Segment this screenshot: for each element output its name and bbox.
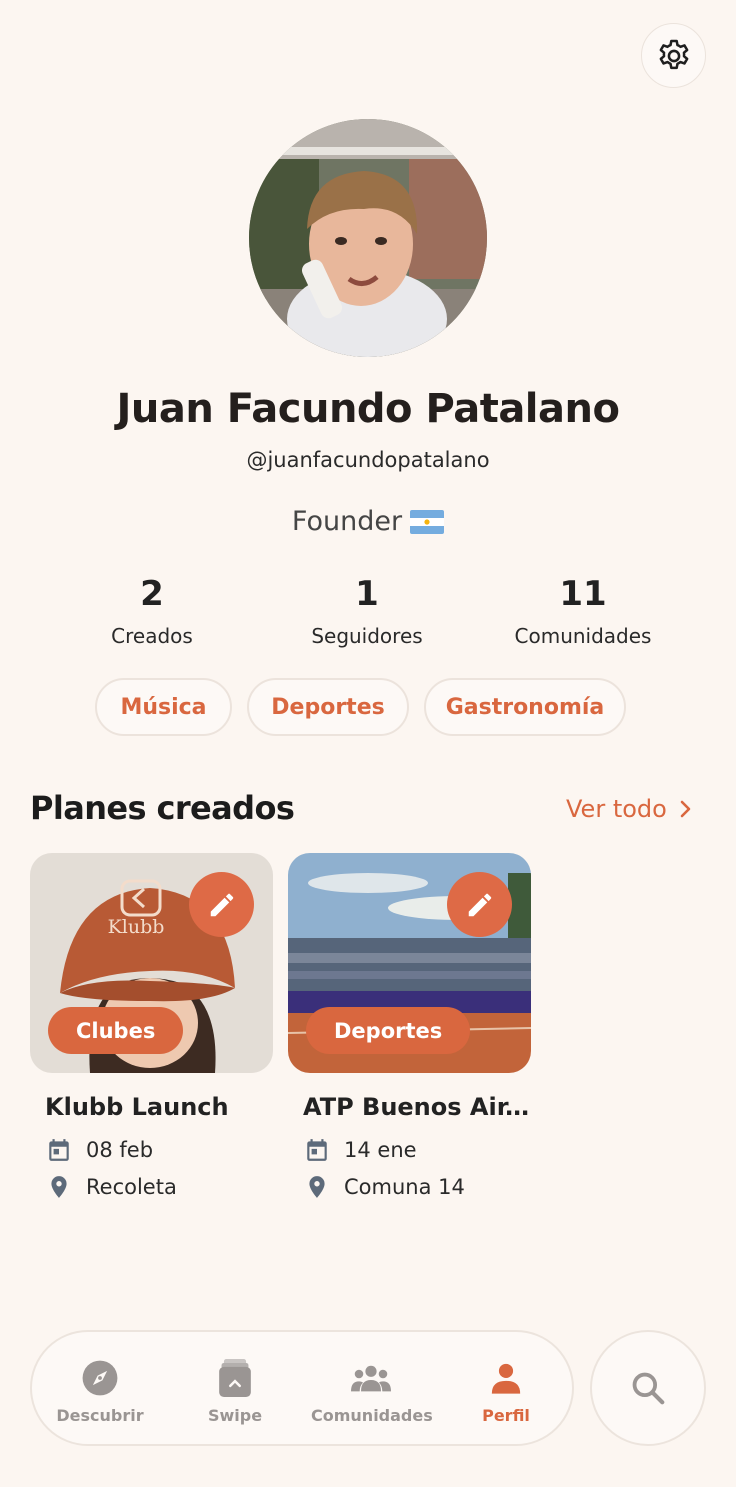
stat-value: 2 [140,574,164,614]
plan-date: 08 feb [46,1131,273,1168]
argentina-flag-icon [410,509,445,534]
tab-label: Comunidades [311,1406,433,1425]
plan-location-text: Comuna 14 [344,1174,465,1199]
stat-comunidades[interactable]: 11 Comunidades [483,572,683,648]
stat-value: 11 [559,574,607,614]
person-icon [486,1358,526,1398]
plan-location-text: Recoleta [86,1174,177,1199]
category-tag: Deportes [306,1007,471,1054]
interest-chip-deportes[interactable]: Deportes [247,678,409,736]
card-stack-icon [215,1358,255,1398]
avatar[interactable] [249,119,487,357]
tab-comunidades[interactable]: Comunidades [311,1332,433,1444]
interest-chip-gastronomia[interactable]: Gastronomía [424,678,626,736]
search-button[interactable] [590,1330,706,1446]
plan-date-text: 14 ene [344,1137,417,1162]
location-pin-icon [51,1175,67,1198]
plan-image[interactable]: Klubb Clubes [30,853,273,1073]
category-tag: Clubes [48,1007,184,1054]
plan-date-text: 08 feb [86,1137,154,1162]
settings-button[interactable] [641,23,706,88]
tab-label: Perfil [482,1406,530,1425]
plan-date: 14 ene [304,1131,531,1168]
plan-location: Comuna 14 [304,1168,531,1205]
search-icon [632,1372,665,1405]
cap-logo-text: Klubb [108,916,165,938]
see-all-link[interactable]: Ver todo [566,795,693,823]
calendar-icon [307,1138,327,1161]
calendar-icon [49,1138,69,1161]
see-all-label: Ver todo [566,795,667,823]
profile-bio: Founder [0,505,736,537]
gear-icon [659,39,688,69]
profile-handle: @juanfacundopatalano [246,448,490,472]
stat-creados[interactable]: 2 Creados [52,572,252,648]
edit-plan-button[interactable] [447,872,512,937]
section-title: Planes creados [30,789,295,827]
stat-label: Seguidores [311,624,423,648]
plan-title: ATP Buenos Air... [303,1093,531,1121]
stat-value: 1 [355,574,379,614]
location-pin-icon [309,1175,325,1198]
people-icon [351,1358,391,1398]
tab-perfil[interactable]: Perfil [446,1332,566,1444]
bio-text: Founder [291,506,403,537]
interest-chip-musica[interactable]: Música [95,678,232,736]
plan-title: Klubb Launch [45,1093,229,1121]
tab-label: Swipe [207,1406,263,1425]
tab-swipe[interactable]: Swipe [175,1332,295,1444]
plan-image[interactable]: Deportes [288,853,531,1073]
plan-card[interactable]: Deportes ATP Buenos Air... 14 ene Comuna… [288,853,531,1205]
stat-label: Creados [111,624,193,648]
chevron-right-icon [679,800,693,818]
edit-plan-button[interactable] [189,872,254,937]
profile-name: Juan Facundo Patalano [116,386,620,432]
tab-descubrir[interactable]: Descubrir [40,1332,160,1444]
bottom-tab-bar: Descubrir Swipe Comunidades Perfil [30,1330,574,1446]
stat-label: Comunidades [514,624,652,648]
tab-label: Descubrir [56,1406,144,1425]
compass-icon [80,1358,120,1398]
pencil-icon [468,893,491,916]
stat-seguidores[interactable]: 1 Seguidores [267,572,467,648]
plan-card[interactable]: Klubb Clubes Klubb Launch 08 feb Recolet… [30,853,273,1205]
plan-location: Recoleta [46,1168,273,1205]
pencil-icon [210,893,233,916]
